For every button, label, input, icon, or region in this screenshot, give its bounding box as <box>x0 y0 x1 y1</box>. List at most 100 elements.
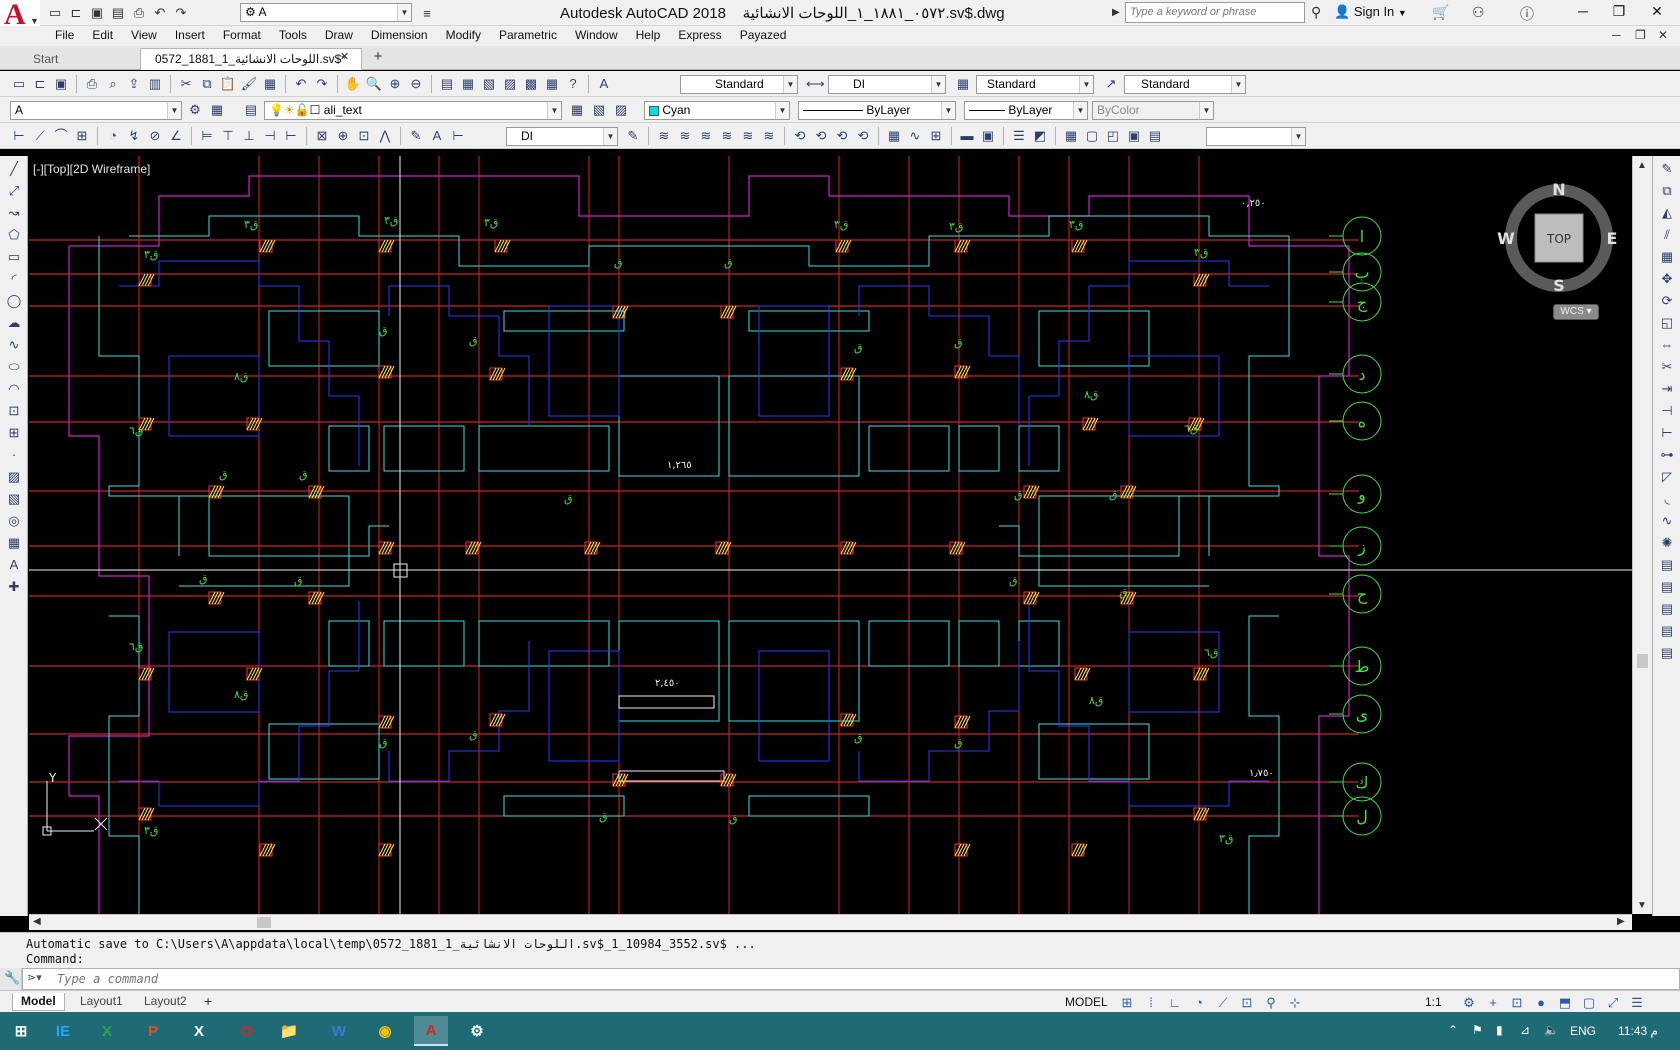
model-space-toggle[interactable]: MODEL <box>1065 995 1108 1009</box>
mtext-icon[interactable]: A <box>5 556 23 574</box>
tolerance-icon[interactable]: ⊠ <box>313 127 331 145</box>
ucs-menu-button[interactable]: WCS ▾ <box>1553 304 1599 320</box>
section-tag[interactable]: ق <box>954 336 963 349</box>
customize-icon[interactable]: ☰ <box>1628 994 1646 1012</box>
viewport-icon-5[interactable]: ▤ <box>1146 127 1164 145</box>
pan-icon[interactable]: ✋ <box>344 75 362 93</box>
workspace-gear-icon[interactable]: ⚙ <box>1460 994 1478 1012</box>
section-tag[interactable]: ق <box>1014 488 1023 501</box>
table-style-dropdown[interactable]: Standard ▼ <box>976 75 1094 94</box>
new-icon[interactable]: ▭ <box>10 75 28 93</box>
plot-icon[interactable]: ⎙ <box>83 75 101 93</box>
zoom-realtime-icon[interactable]: 🔍 <box>365 75 383 93</box>
tab-start[interactable]: Start <box>18 48 138 70</box>
open-icon[interactable]: ⊏ <box>31 75 49 93</box>
compass-south[interactable]: S <box>1553 276 1565 295</box>
new-tab-button[interactable]: + <box>368 49 388 67</box>
tray-flag-icon[interactable]: ⚑ <box>1472 1023 1483 1037</box>
redo-icon[interactable]: ↷ <box>313 75 331 93</box>
help-icon[interactable]: ⓘ <box>1520 4 1534 24</box>
customize-wrench-icon[interactable]: 🔧 <box>4 970 20 986</box>
section-tag[interactable]: ق <box>564 492 573 505</box>
sign-in-button[interactable]: 👤 Sign In ▼ <box>1334 4 1407 20</box>
taskbar-app-explorer[interactable]: 📁 <box>272 1016 306 1046</box>
section-tag[interactable]: ق٨ <box>234 688 248 701</box>
draworder-icon[interactable]: ▬ <box>958 127 976 145</box>
tray-language[interactable]: ENG <box>1570 1024 1596 1038</box>
menu-insert[interactable]: Insert <box>175 28 205 42</box>
revision-cloud-icon[interactable]: ☁ <box>5 314 23 332</box>
annotation-icon[interactable]: ⚲ <box>1262 994 1280 1012</box>
stack-icon-5[interactable]: ≋ <box>739 127 757 145</box>
viewport-icon-2[interactable]: ▢ <box>1083 127 1101 145</box>
annotation-scale-icon[interactable]: ⊹ <box>1286 994 1304 1012</box>
scale-text-icon[interactable]: ◩ <box>1031 127 1049 145</box>
rectangle-icon[interactable]: ▭ <box>5 248 23 266</box>
make-current-layer-icon[interactable]: ▦ <box>568 101 586 119</box>
stretch-icon[interactable]: ⇔ <box>1658 336 1676 354</box>
scroll-down-icon[interactable]: ▼ <box>1637 900 1647 911</box>
group-icon[interactable]: ⊞ <box>927 127 945 145</box>
grid-bubble[interactable]: ك <box>1329 762 1382 802</box>
dim-style-icon[interactable]: ⟷ <box>806 75 825 93</box>
structural-plan-drawing[interactable]: ق٣ ق٣ ق٣ ق٣ ق٣ ق٣ ق٣ ق٣ ق ق ق ق ق ق ق٨ ق٨ ق٦ ق٦ ق ق ق ق ق ق ق ق ق ق… <box>29 156 1632 914</box>
construction-line-icon[interactable]: ⤢ <box>5 182 23 200</box>
section-tag[interactable]: ق٨ <box>1089 694 1103 707</box>
viewcube[interactable]: TOP N S W E WCS ▾ <box>1489 176 1629 320</box>
grid-bubble[interactable]: و <box>1329 474 1382 514</box>
diameter-icon[interactable]: ⊘ <box>146 127 164 145</box>
align-icon-4[interactable]: ⟲ <box>854 127 872 145</box>
dim-text-4[interactable]: ١٫٧٥٠ <box>1249 768 1274 779</box>
fillet-icon[interactable]: ∿ <box>906 127 924 145</box>
array-object-icon[interactable]: ▦ <box>1658 248 1676 266</box>
ortho-icon[interactable]: ∟ <box>1166 994 1184 1012</box>
section-tag[interactable]: ق٣ <box>384 214 398 227</box>
section-tag[interactable]: ق <box>294 574 303 587</box>
horizontal-scroll-thumb[interactable] <box>257 917 271 928</box>
menu-view[interactable]: View <box>131 28 157 42</box>
space-icon[interactable]: ⊣ <box>261 127 279 145</box>
workspace-dropdown[interactable]: ⚙ A ▼ <box>240 3 412 22</box>
section-tag[interactable]: ق٦ <box>129 424 143 437</box>
grid-bubble[interactable]: ه <box>1329 401 1382 441</box>
fullscreen-icon[interactable]: ⤢ <box>1604 994 1622 1012</box>
block-editor-icon[interactable]: ▦ <box>261 75 279 93</box>
polar-icon[interactable]: ◔ <box>1190 994 1208 1012</box>
section-tag[interactable]: ق <box>954 736 963 749</box>
viewport-scale-dropdown[interactable]: ▼ <box>1206 127 1306 146</box>
dim-update-icon[interactable]: ⊢ <box>449 127 467 145</box>
section-tag[interactable]: ق <box>614 256 623 269</box>
help-icon[interactable]: ? <box>564 75 582 93</box>
tab-layout2[interactable]: Layout2 <box>136 993 195 1011</box>
section-tag[interactable]: ق <box>1109 488 1118 501</box>
section-tag[interactable]: ق٣ <box>144 248 158 261</box>
text-style-icon[interactable]: A <box>595 75 613 93</box>
section-tag[interactable]: ق <box>379 324 388 337</box>
ordinate-icon[interactable]: ⊞ <box>73 127 91 145</box>
viewport-controls-label[interactable]: [-][Top][2D Wireframe] <box>33 162 150 176</box>
section-tag[interactable]: ق٣ <box>244 218 258 231</box>
sheet-set-icon[interactable]: ▨ <box>501 75 519 93</box>
tab-model[interactable]: Model <box>12 993 65 1011</box>
section-tag[interactable]: ق٣ <box>1194 246 1208 259</box>
insert-block-icon[interactable]: ⊡ <box>5 402 23 420</box>
taskbar-app-opera[interactable]: O <box>230 1016 264 1046</box>
grid-bubble[interactable]: ا <box>1329 216 1382 256</box>
blend-icon[interactable]: ∿ <box>1658 512 1676 530</box>
color-dropdown[interactable]: Cyan ▼ <box>644 101 790 120</box>
section-tag[interactable]: ق <box>1009 574 1018 587</box>
save-icon[interactable]: ▣ <box>52 75 70 93</box>
properties-icon[interactable]: ▤ <box>438 75 456 93</box>
stack-icon-a[interactable]: ▤ <box>1658 556 1676 574</box>
angular-icon[interactable]: ∠ <box>167 127 185 145</box>
zoom-window-icon[interactable]: ⊕ <box>386 75 404 93</box>
stack-icon-3[interactable]: ≋ <box>697 127 715 145</box>
taskbar-app-autocad[interactable]: A <box>414 1016 448 1046</box>
dim-style-dropdown-2[interactable]: DI ▼ <box>506 127 618 146</box>
text-align-icon[interactable]: ☰ <box>1010 127 1028 145</box>
save-as-icon[interactable]: ▤ <box>109 4 127 22</box>
quick-dim-icon[interactable]: ⊨ <box>198 127 216 145</box>
multileader-style-dropdown[interactable]: Standard ▼ <box>1124 75 1246 94</box>
menu-window[interactable]: Window <box>575 28 618 42</box>
section-tag[interactable]: ق٣ <box>834 218 848 231</box>
